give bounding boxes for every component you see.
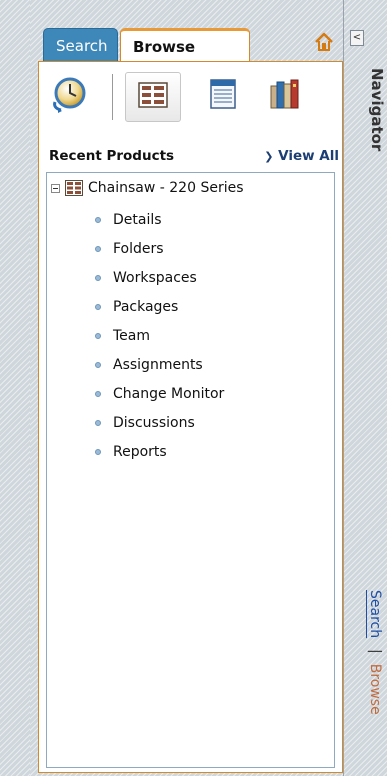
tree-item-label: Packages [113, 298, 179, 315]
tree-item-team[interactable]: Team [95, 321, 224, 350]
tree-item-label: Details [113, 211, 162, 228]
bullet-icon [95, 303, 101, 310]
product-icon [65, 180, 83, 196]
toolbar-divider [112, 74, 113, 120]
tree-item-label: Discussions [113, 414, 195, 431]
tree-item-folders[interactable]: Folders [95, 234, 224, 263]
navigator-search-link[interactable]: Search [367, 590, 383, 638]
bullet-icon [95, 216, 101, 223]
list-view-icon [210, 79, 236, 113]
product-tree: Chainsaw - 220 Series Details Folders Wo… [46, 172, 335, 768]
tree-item-label: Assignments [113, 356, 203, 373]
browse-content: Recent Products ❯ View All Chainsaw - 22… [38, 61, 343, 773]
view-toolbar [39, 72, 342, 124]
bullet-icon [95, 390, 101, 397]
tab-search-label: Search [56, 36, 108, 55]
tree-item-label: Change Monitor [113, 385, 225, 402]
tab-strip: Search Browse [30, 0, 343, 62]
navigator-browse-link[interactable]: Browse [367, 664, 383, 715]
tree-item-details[interactable]: Details [95, 205, 224, 234]
clock-icon [49, 74, 89, 118]
tree-view-button[interactable] [125, 72, 181, 122]
recent-products-title: Recent Products [49, 148, 175, 164]
navigator-title: Navigator [368, 68, 386, 152]
bullet-icon [95, 274, 101, 281]
bullet-icon [95, 361, 101, 368]
tree-root-label: Chainsaw - 220 Series [88, 180, 244, 196]
view-all-link[interactable]: ❯ View All [264, 148, 339, 164]
tree-item-label: Reports [113, 443, 167, 460]
browse-panel: Search Browse Recent Products ❯ View All… [30, 0, 343, 776]
view-all-label: View All [278, 148, 339, 164]
collapse-button[interactable]: < [350, 30, 364, 46]
navigator-links: Search | Browse [367, 590, 383, 715]
bullet-icon [95, 419, 101, 426]
navigator-panel: < Navigator Search | Browse [344, 0, 387, 776]
collapse-toggle-icon[interactable] [51, 183, 60, 193]
bullet-icon [95, 448, 101, 455]
recent-products-header: Recent Products ❯ View All [49, 148, 339, 170]
tab-browse-label: Browse [133, 37, 196, 56]
books-icon [269, 78, 301, 114]
tree-item-label: Workspaces [113, 269, 197, 286]
tree-item-label: Team [113, 327, 151, 344]
tab-search[interactable]: Search [43, 28, 118, 62]
chevron-right-icon: ❯ [264, 150, 274, 163]
tree-view-icon [138, 82, 168, 112]
tab-browse[interactable]: Browse [120, 28, 250, 62]
left-margin [0, 0, 30, 776]
tree-root-node[interactable]: Chainsaw - 220 Series [51, 177, 244, 199]
shelf-view-button[interactable] [261, 72, 309, 120]
tree-item-change-monitor[interactable]: Change Monitor [95, 379, 224, 408]
tree-item-packages[interactable]: Packages [95, 292, 224, 321]
tree-item-label: Folders [113, 240, 164, 257]
home-icon[interactable] [312, 30, 336, 54]
tree-children: Details Folders Workspaces Packages Team… [95, 205, 224, 466]
tree-item-workspaces[interactable]: Workspaces [95, 263, 224, 292]
link-separator: | [367, 648, 383, 654]
list-view-button[interactable] [199, 72, 247, 120]
bullet-icon [95, 332, 101, 339]
tree-item-assignments[interactable]: Assignments [95, 350, 224, 379]
tree-item-reports[interactable]: Reports [95, 437, 224, 466]
bullet-icon [95, 245, 101, 252]
recent-view-button[interactable] [45, 72, 93, 120]
tree-item-discussions[interactable]: Discussions [95, 408, 224, 437]
